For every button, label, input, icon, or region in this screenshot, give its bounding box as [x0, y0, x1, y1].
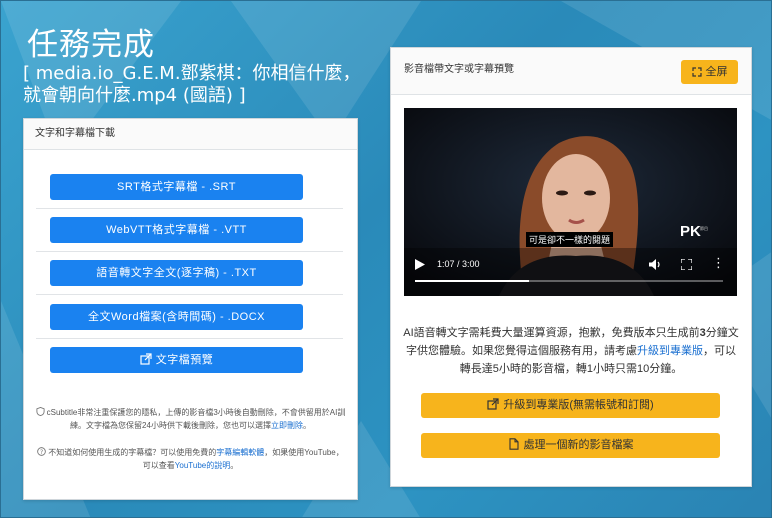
subtitle-editor-link[interactable]: 字幕編輯軟體: [216, 448, 264, 457]
fullscreen-icon[interactable]: [681, 259, 692, 270]
file-name: [ media.io_G.E.M.鄧紫棋：你相信什麼，就會朝向什麼.mp4 (國…: [23, 63, 361, 106]
help-note-text: 不知道如何使用生成的字幕檔？可以使用免費的: [48, 448, 217, 457]
text-preview-label: 文字檔預覽: [155, 354, 214, 366]
ai-notice: AI語音轉文字需耗費大量運算資源，抱歉，免費版本只生成前3分鐘文字供您體驗。如果…: [401, 324, 741, 378]
video-player[interactable]: PK 節目 可是卻不一樣的閱題 1:07 / 3:00 ⋮: [404, 108, 737, 296]
privacy-note-end: 。: [302, 421, 311, 430]
preview-card-title: 影音檔帶文字或字幕預覽: [404, 64, 514, 75]
shield-icon: [36, 407, 45, 416]
divider: [36, 208, 343, 209]
divider: [36, 294, 343, 295]
help-note-end: 。: [230, 461, 239, 470]
volume-icon[interactable]: [649, 259, 661, 270]
download-card-header: 文字和字幕檔下載: [24, 119, 357, 150]
video-watermark: PK: [680, 223, 701, 240]
upgrade-button-label: 升級到專業版(無需帳號和訂閱): [503, 399, 654, 411]
page-title: 任務完成: [27, 27, 155, 63]
delete-now-link[interactable]: 立即刪除: [271, 421, 303, 430]
download-docx-button[interactable]: 全文Word檔案(含時間碼) - .DOCX: [50, 304, 303, 330]
privacy-note: cSubtitle非常注重保護您的隱私，上傳的影音檔3小時後自動刪除，不會供留用…: [34, 406, 347, 432]
help-note: ? 不知道如何使用生成的字幕檔？可以使用免費的字幕編輯軟體，如果使用YouTub…: [34, 446, 347, 472]
more-options-icon[interactable]: ⋮: [712, 256, 725, 269]
file-icon: [508, 438, 519, 450]
divider: [36, 251, 343, 252]
video-progress-track[interactable]: [415, 280, 723, 282]
svg-text:節目: 節目: [700, 225, 708, 231]
video-subtitle: 可是卻不一樣的閱題: [526, 232, 614, 247]
external-link-icon: [140, 353, 152, 365]
new-file-button-label: 處理一個新的影音檔案: [523, 439, 634, 451]
play-icon[interactable]: [415, 259, 425, 270]
fullscreen-button[interactable]: 全屏: [681, 60, 738, 84]
download-srt-button[interactable]: SRT格式字幕檔 - .SRT: [50, 174, 303, 200]
download-vtt-button[interactable]: WebVTT格式字幕檔 - .VTT: [50, 217, 303, 243]
ai-notice-text: AI語音轉文字需耗費大量運算資源，抱歉，免費版本只生成前: [403, 327, 700, 339]
question-icon: ?: [37, 447, 47, 456]
fullscreen-label: 全屏: [705, 66, 728, 78]
upgrade-button[interactable]: 升級到專業版(無需帳號和訂閱): [421, 393, 720, 418]
divider: [36, 338, 343, 339]
youtube-help-link[interactable]: YouTube的說明: [175, 461, 230, 470]
preview-card: 影音檔帶文字或字幕預覽 全屏 PK 節目 可是卻不一樣的閱題 1:07 / 3:…: [390, 47, 752, 487]
download-txt-button[interactable]: 語音轉文字全文(逐字稿) - .TXT: [50, 260, 303, 286]
upgrade-link[interactable]: 升級到專業版: [637, 345, 703, 357]
text-preview-button[interactable]: 文字檔預覽: [50, 347, 303, 373]
external-link-icon: [487, 398, 499, 410]
video-time: 1:07 / 3:00: [437, 259, 480, 269]
download-card: 文字和字幕檔下載 SRT格式字幕檔 - .SRT WebVTT格式字幕檔 - .…: [23, 118, 358, 500]
expand-icon: [691, 67, 702, 77]
new-file-button[interactable]: 處理一個新的影音檔案: [421, 433, 720, 458]
page-frame: 任務完成 [ media.io_G.E.M.鄧紫棋：你相信什麼，就會朝向什麼.m…: [0, 0, 772, 518]
preview-card-header: 影音檔帶文字或字幕預覽 全屏: [391, 48, 751, 95]
video-progress-fill: [415, 280, 529, 282]
svg-text:?: ?: [40, 449, 43, 456]
